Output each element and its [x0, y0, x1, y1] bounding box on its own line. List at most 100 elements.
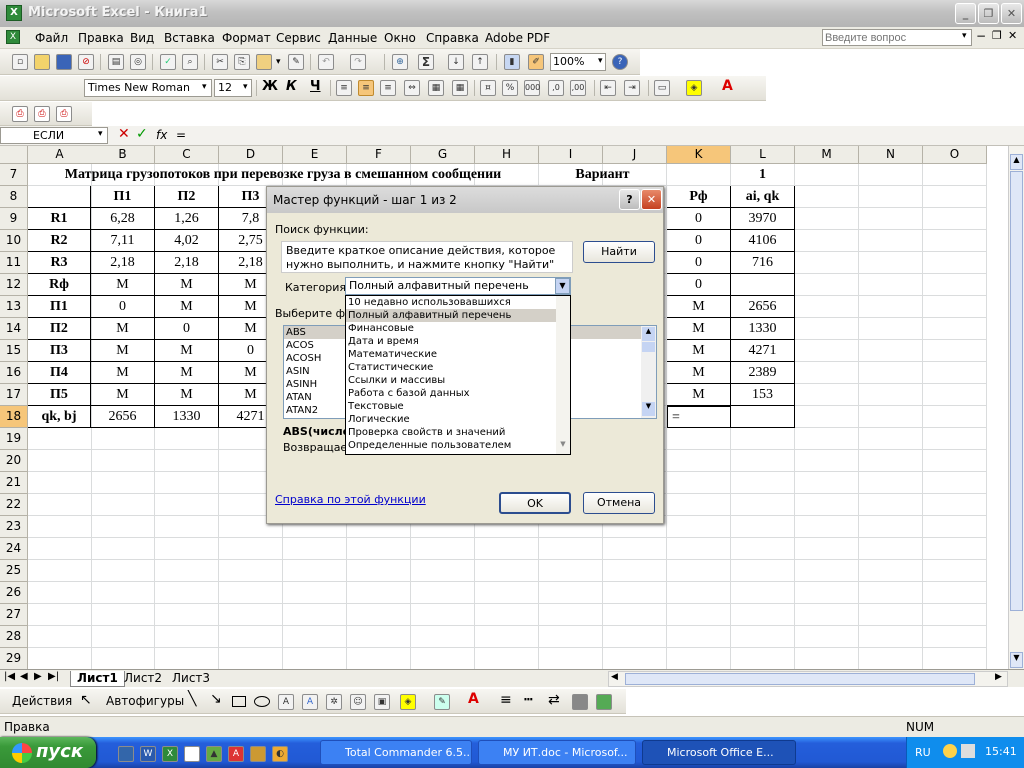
decrease-indent-icon[interactable]: ⇤ [600, 80, 616, 96]
chevron-down-icon[interactable]: ▾ [276, 57, 281, 67]
ok-button[interactable]: OK [499, 492, 571, 514]
category-option[interactable]: Текстовые [346, 400, 570, 413]
row-header[interactable]: 21 [0, 472, 28, 494]
data-cell[interactable]: M [667, 384, 731, 406]
grid-cell[interactable] [923, 384, 987, 406]
grid-cell[interactable] [667, 516, 731, 538]
sheet-title-cell[interactable]: Матрица грузопотоков при перевозке груза… [28, 164, 539, 186]
grid-cell[interactable] [28, 450, 92, 472]
grid-cell[interactable] [155, 516, 219, 538]
grid-cell[interactable] [923, 318, 987, 340]
grid-cell[interactable] [731, 538, 795, 560]
word-icon[interactable]: W [140, 746, 156, 762]
data-cell[interactable]: M [155, 274, 219, 296]
grid-cell[interactable] [859, 274, 923, 296]
header-cell[interactable]: Рф [667, 186, 731, 208]
thousands-icon[interactable]: 000 [524, 80, 540, 96]
borders-icon[interactable]: ▭ [654, 80, 670, 96]
grid-cell[interactable] [91, 538, 155, 560]
row-header[interactable]: 26 [0, 582, 28, 604]
category-option[interactable]: Проверка свойств и значений [346, 426, 570, 439]
print-icon[interactable]: ▤ [108, 54, 124, 70]
row-header[interactable]: 19 [0, 428, 28, 450]
grid-cell[interactable] [283, 538, 347, 560]
grid-cell[interactable] [859, 604, 923, 626]
grid-cell[interactable] [219, 626, 283, 648]
grid-cell[interactable] [28, 560, 92, 582]
grid-cell[interactable] [731, 494, 795, 516]
data-cell[interactable]: 2656 [91, 406, 155, 428]
category-option[interactable]: Ссылки и массивы [346, 374, 570, 387]
grid-cell[interactable] [859, 516, 923, 538]
grid-cell[interactable] [155, 604, 219, 626]
category-option[interactable]: Логические [346, 413, 570, 426]
pdf-icon[interactable]: ⎙ [12, 106, 28, 122]
prev-sheet-icon[interactable]: ◀ [20, 671, 28, 682]
formula-input[interactable]: = [176, 128, 186, 142]
sheet-tab-2[interactable]: Лист2 [118, 671, 168, 687]
grid-cell[interactable] [731, 560, 795, 582]
scroll-up-button[interactable]: ▲ [642, 327, 655, 341]
grid-cell[interactable] [347, 604, 411, 626]
increase-decimal-icon[interactable]: ,0 [548, 80, 564, 96]
data-cell[interactable]: 4271 [731, 340, 795, 362]
grid-cell[interactable] [667, 428, 731, 450]
grid-cell[interactable] [219, 582, 283, 604]
grid-cell[interactable] [731, 604, 795, 626]
chevron-down-icon[interactable]: ▾ [962, 31, 967, 41]
dash-style-icon[interactable]: ┅ [524, 692, 532, 708]
grid-cell[interactable] [603, 626, 667, 648]
grid-cell[interactable] [795, 296, 859, 318]
grid-cell[interactable] [859, 560, 923, 582]
sort-ascending-icon[interactable]: ↓ [448, 54, 464, 70]
grid-cell[interactable] [603, 648, 667, 669]
language-indicator[interactable]: RU [915, 746, 931, 759]
grid-cell[interactable] [28, 538, 92, 560]
sheet-tab-3[interactable]: Лист3 [166, 671, 216, 687]
category-option[interactable]: 10 недавно использовавшихся [346, 296, 570, 309]
grid-cell[interactable] [283, 560, 347, 582]
data-cell[interactable]: 6,28 [91, 208, 155, 230]
grid-cell[interactable] [923, 516, 987, 538]
select-objects-icon[interactable]: ↖ [80, 692, 92, 708]
percent-icon[interactable]: % [502, 80, 518, 96]
row-label-cell[interactable]: П3 [28, 340, 91, 362]
row-header[interactable]: 17 [0, 384, 28, 406]
grid-cell[interactable] [859, 186, 923, 208]
grid-cell[interactable] [923, 494, 987, 516]
row-header[interactable]: 29 [0, 648, 28, 669]
grid-cell[interactable] [859, 450, 923, 472]
grid-cell[interactable] [539, 582, 603, 604]
data-cell[interactable]: 2389 [731, 362, 795, 384]
cut-icon[interactable]: ✂ [212, 54, 228, 70]
pdf-mail-icon[interactable]: ⎙ [34, 106, 50, 122]
data-cell[interactable]: M [667, 318, 731, 340]
chevron-down-icon[interactable]: ▾ [243, 82, 248, 92]
grid-cell[interactable] [795, 560, 859, 582]
copy-icon[interactable]: ⎘ [234, 54, 250, 70]
column-header[interactable]: D [219, 146, 283, 164]
chevron-down-icon[interactable]: ▼ [555, 278, 570, 294]
grid-cell[interactable] [795, 472, 859, 494]
row-header[interactable]: 28 [0, 626, 28, 648]
row-header[interactable]: 20 [0, 450, 28, 472]
row-header[interactable]: 7 [0, 164, 28, 186]
row-label-cell[interactable]: П1 [28, 296, 91, 318]
quicklaunch-icon[interactable]: ◐ [272, 746, 288, 762]
row-header[interactable]: 13 [0, 296, 28, 318]
help-question-input[interactable] [822, 29, 972, 46]
column-header[interactable]: G [411, 146, 475, 164]
insert-function-icon[interactable]: fx [156, 128, 167, 142]
menu-format[interactable]: Формат [222, 31, 271, 45]
column-header[interactable]: N [859, 146, 923, 164]
font-name-select[interactable]: Times New Roman [84, 79, 212, 97]
grid-cell[interactable] [155, 472, 219, 494]
grid-cell[interactable] [155, 428, 219, 450]
category-option[interactable]: Дата и время [346, 335, 570, 348]
data-cell[interactable]: 2656 [731, 296, 795, 318]
grid-cell[interactable] [539, 538, 603, 560]
grid-cell[interactable] [923, 626, 987, 648]
grid-cell[interactable] [795, 208, 859, 230]
menu-insert[interactable]: Вставка [164, 31, 215, 45]
close-button[interactable]: ✕ [1001, 3, 1022, 24]
